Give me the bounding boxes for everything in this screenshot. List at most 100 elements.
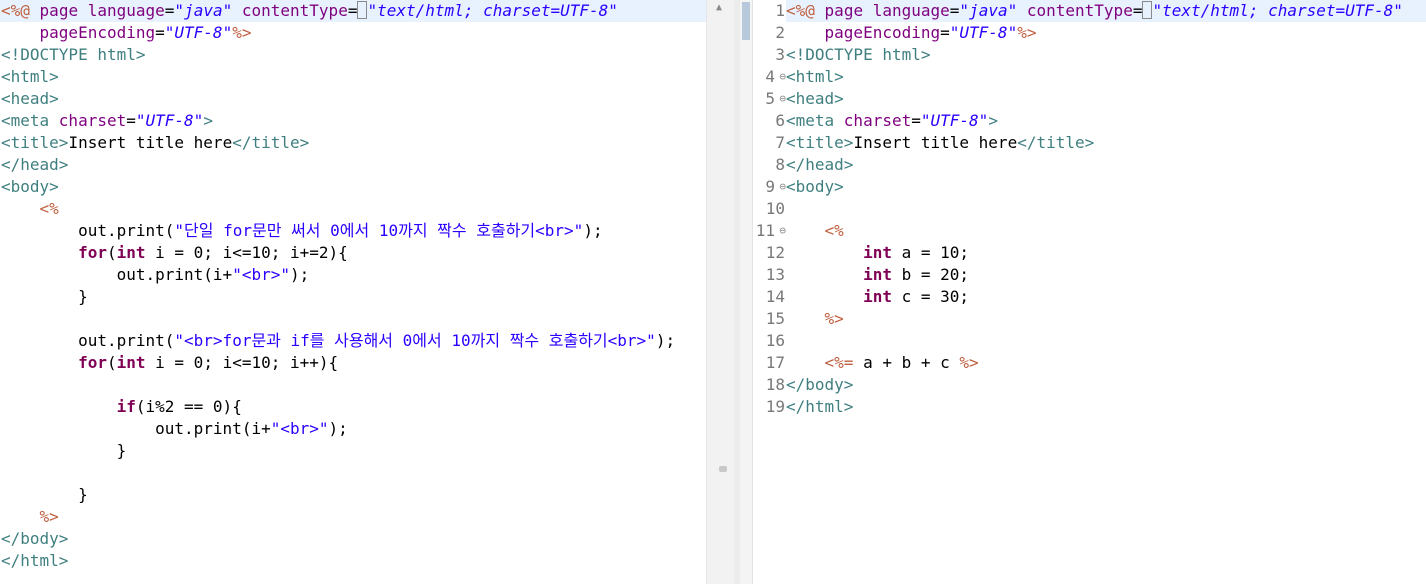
code-token-attr: page [39,1,88,20]
code-token-tag: <head> [786,89,844,108]
code-token-plain: out.print( [1,221,175,240]
code-token-attr: charset [843,111,912,130]
code-token-plain: ); [328,419,348,438]
code-token-kw: if [116,397,136,416]
left-code-area[interactable]: <%@ page language="java" contentType= "te… [0,0,706,572]
minus-circle-icon[interactable]: ⊖ [779,66,786,88]
line-number-text: 11 [755,221,775,240]
code-token-jsp: %> [959,353,979,372]
line-number-text: 7 [775,133,785,152]
code-token-str: "<br>" [270,419,329,438]
line-number: 11 ⊖ [753,220,786,242]
caret-up-icon[interactable]: ▲ [716,2,722,13]
code-token-tag: <html> [1,67,59,86]
right-editor-pane[interactable]: 1 2 3 4 ⊖ 5 ⊖ 6 7 8 9 ⊖ 10 11 ⊖ 12 13 14 15 16 17 18 19 <%@ pa… [753,0,1426,584]
code-line[interactable]: </head> [0,154,706,176]
code-line[interactable]: <title>Insert title here</title> [786,132,1426,154]
right-code-area[interactable]: <%@ page language="java" contentType= "te… [786,0,1426,418]
code-token-plain: = [911,111,921,130]
code-line[interactable]: out.print(i+"<br>"); [0,264,706,286]
code-line[interactable]: <meta charset="UTF-8"> [0,110,706,132]
code-token-plain: i = 0; i<=10; i++){ [145,353,339,372]
code-token-tag: </head> [1,155,69,174]
code-line[interactable]: <%= a + b + c %> [786,352,1426,374]
code-line[interactable]: out.print(i+"<br>"); [0,418,706,440]
code-line[interactable]: int b = 20; [786,264,1426,286]
code-line[interactable]: <% [786,220,1426,242]
code-line[interactable]: </body> [0,528,706,550]
code-line[interactable] [0,374,706,396]
code-line[interactable]: </html> [786,396,1426,418]
code-line[interactable]: <html> [0,66,706,88]
line-number: 17 [753,352,785,374]
line-number-text: 6 [775,111,785,130]
code-token-plain: (i%2 == 0){ [135,397,242,416]
line-number: 9 ⊖ [753,176,786,198]
code-line[interactable]: <body> [786,176,1426,198]
scroll-thumb[interactable] [719,466,727,472]
code-line[interactable]: %> [786,308,1426,330]
minus-circle-icon[interactable]: ⊖ [779,176,786,198]
line-number-text: 17 [765,353,785,372]
code-line[interactable]: out.print("<br>for문과 if를 사용해서 0에서 10까지 짝… [0,330,706,352]
minus-circle-icon[interactable]: ⊖ [779,220,786,242]
code-line[interactable]: </head> [786,154,1426,176]
code-line[interactable]: <!DOCTYPE html> [0,44,706,66]
code-token-plain: a = 10; [891,243,970,262]
code-line[interactable]: } [0,484,706,506]
code-token-plain: = [155,23,165,42]
code-line[interactable]: int a = 10; [786,242,1426,264]
code-line[interactable]: <%@ page language="java" contentType= "te… [0,0,706,22]
code-line[interactable]: <body> [0,176,706,198]
code-line[interactable]: </html> [0,550,706,572]
code-token-plain: out.print(i+ [1,265,233,284]
left-vertical-scrollbar[interactable]: ▲ [706,0,735,584]
code-line[interactable]: %> [0,506,706,528]
code-line[interactable]: <head> [0,88,706,110]
code-token-jsp: <%@ [1,1,30,20]
code-line[interactable]: if(i%2 == 0){ [0,396,706,418]
line-number: 13 [753,264,785,286]
code-line[interactable]: for(int i = 0; i<=10; i++){ [0,352,706,374]
code-token-jsp: %> [824,309,844,328]
line-number: 2 [753,22,785,44]
line-number-text: 10 [765,199,785,218]
code-line[interactable]: pageEncoding="UTF-8"%> [0,22,706,44]
code-line[interactable] [786,198,1426,220]
code-token-tag: </body> [786,375,854,394]
code-token-plain: = [940,23,950,42]
code-line[interactable]: } [0,440,706,462]
code-token-tag: <html> [786,67,844,86]
code-line[interactable] [0,308,706,330]
code-token-attr: language [87,1,165,20]
code-line[interactable]: out.print("단일 for문만 써서 0에서 10까지 짝수 호출하기<… [0,220,706,242]
code-line[interactable]: for(int i = 0; i<=10; i+=2){ [0,242,706,264]
code-token-val: "UTF-8" [949,23,1018,42]
code-token-tag: <!DOCTYPE html> [1,45,146,64]
code-line[interactable]: <% [0,198,706,220]
code-token-jsp: <% [39,199,59,218]
code-line[interactable]: <%@ page language="java" contentType= "te… [786,0,1426,22]
minus-circle-icon[interactable]: ⊖ [779,88,786,110]
left-editor-pane[interactable]: <%@ page language="java" contentType= "te… [0,0,706,584]
code-line[interactable]: </body> [786,374,1426,396]
code-line[interactable]: <!DOCTYPE html> [786,44,1426,66]
code-line[interactable]: <head> [786,88,1426,110]
code-line[interactable]: <meta charset="UTF-8"> [786,110,1426,132]
code-line[interactable] [0,462,706,484]
line-number-text: 4 [765,67,775,86]
code-token-val: "UTF-8" [920,111,989,130]
line-number-gutter: 1 2 3 4 ⊖ 5 ⊖ 6 7 8 9 ⊖ 10 11 ⊖ 12 13 14 15 16 17 18 19 [753,0,786,418]
line-number: 12 [753,242,785,264]
code-line[interactable]: } [0,286,706,308]
code-line[interactable]: <title>Insert title here</title> [0,132,706,154]
code-line[interactable] [786,330,1426,352]
code-line[interactable]: int c = 30; [786,286,1426,308]
line-number-text: 16 [765,331,785,350]
code-line[interactable]: pageEncoding="UTF-8"%> [786,22,1426,44]
code-line[interactable]: <html> [786,66,1426,88]
code-token-tag: <!DOCTYPE html> [786,45,931,64]
